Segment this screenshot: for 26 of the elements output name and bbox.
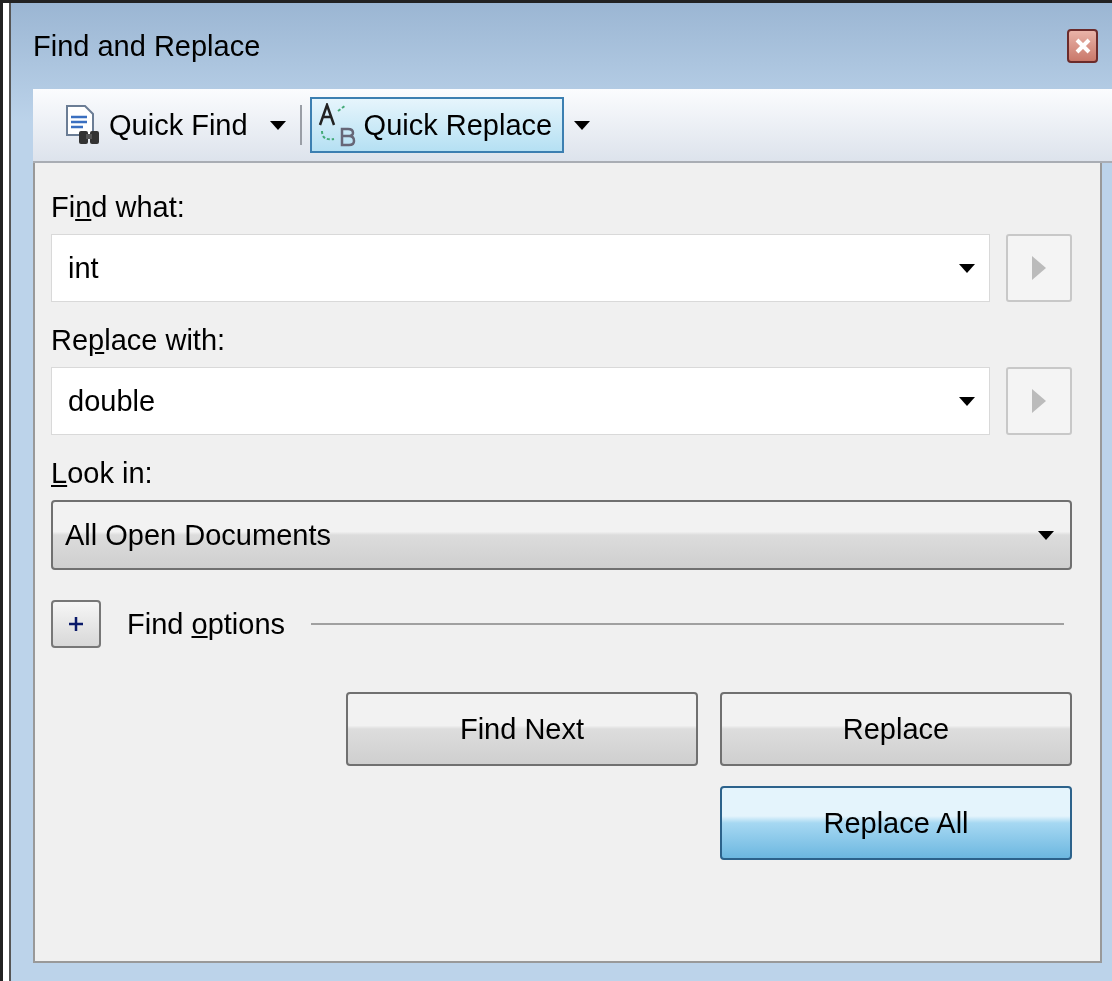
- text-field[interactable]: int: [51, 234, 990, 302]
- window-title: Find and Replace: [33, 29, 261, 63]
- document-binoculars-icon: [65, 105, 101, 145]
- section-label: Find options: [127, 607, 285, 641]
- close-button[interactable]: [1067, 29, 1098, 63]
- field-label: Look in:: [51, 457, 154, 490]
- toolbar-tab[interactable]: Quick Find: [57, 97, 260, 153]
- triangle-right-icon: [1032, 389, 1046, 413]
- caret-icon: [959, 263, 975, 273]
- toolbar-tab[interactable]: Quick Replace: [309, 97, 565, 153]
- caret-icon: [959, 396, 975, 406]
- text-field[interactable]: double: [51, 367, 990, 435]
- close-icon: [1073, 37, 1092, 55]
- action-button[interactable]: Replace All: [720, 786, 1072, 860]
- triangle-right-icon: [1032, 256, 1046, 280]
- field-label: Replace with:: [51, 324, 227, 357]
- caret-icon: [1038, 530, 1054, 540]
- caret-icon: [269, 120, 286, 130]
- replace-letters-icon: [317, 103, 356, 147]
- expand-button[interactable]: [51, 600, 101, 648]
- caret-icon: [574, 120, 591, 130]
- action-button[interactable]: Replace: [720, 692, 1072, 766]
- look-in-dropdown[interactable]: All Open Documents: [51, 500, 1072, 570]
- field-label: Find what:: [51, 191, 186, 224]
- plus-icon: [68, 616, 84, 632]
- action-button[interactable]: Find Next: [346, 692, 698, 766]
